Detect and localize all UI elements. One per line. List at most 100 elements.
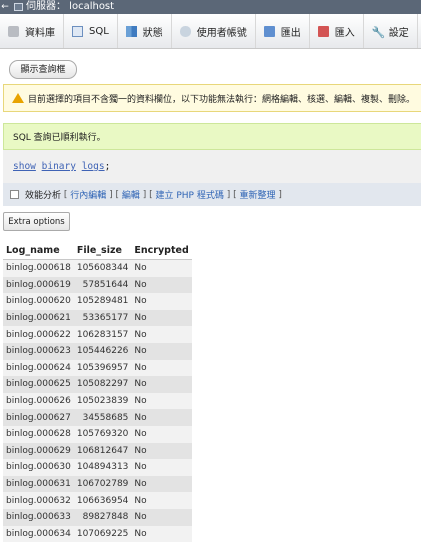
tab-label: SQL bbox=[89, 25, 109, 37]
column-header-file-size[interactable]: File_size bbox=[73, 242, 132, 260]
sql-icon bbox=[72, 25, 83, 37]
cell-encrypted: No bbox=[131, 276, 192, 294]
cell-log-name: binlog.000633 bbox=[3, 508, 74, 526]
cell-file-size: 105769320 bbox=[73, 425, 132, 443]
tab-label: 匯入 bbox=[334, 27, 355, 39]
cell-file-size: 105396957 bbox=[73, 359, 132, 377]
cell-log-name: binlog.000625 bbox=[3, 376, 74, 393]
cell-encrypted: No bbox=[131, 508, 192, 526]
edit-link[interactable]: 編輯 bbox=[122, 188, 140, 201]
title-bar: ← 伺服器： localhost bbox=[0, 0, 421, 14]
tab-label: 設定 bbox=[388, 27, 409, 39]
table-row[interactable]: binlog.000624 105396957 No bbox=[3, 359, 192, 377]
export-icon bbox=[263, 25, 275, 37]
profiling-checkbox[interactable] bbox=[10, 190, 19, 199]
cell-file-size: 106812647 bbox=[73, 442, 132, 460]
cell-encrypted: No bbox=[131, 425, 192, 443]
cell-log-name: binlog.000634 bbox=[3, 525, 74, 543]
table-row[interactable]: binlog.000622 106283157 No bbox=[3, 326, 192, 343]
success-message: SQL 查詢已順利執行。 bbox=[3, 123, 421, 150]
cell-log-name: binlog.000627 bbox=[3, 409, 74, 426]
table-row[interactable]: binlog.000633 89827848 No bbox=[3, 508, 192, 526]
tab-databases[interactable]: 資料庫 bbox=[0, 14, 64, 48]
tab-status[interactable]: 狀態 bbox=[118, 14, 172, 48]
cell-file-size: 106636954 bbox=[73, 492, 132, 509]
cell-log-name: binlog.000630 bbox=[3, 459, 74, 476]
sql-keyword-logs[interactable]: logs bbox=[82, 161, 105, 172]
table-row[interactable]: binlog.000623 105446226 No bbox=[3, 342, 192, 360]
cell-log-name: binlog.000626 bbox=[3, 392, 74, 410]
main-tabs: 資料庫 SQL 狀態 使用者帳號 匯出 匯入 🔧 設定 bbox=[0, 14, 421, 49]
tab-label: 匯出 bbox=[280, 27, 301, 39]
cell-log-name: binlog.000621 bbox=[3, 309, 74, 327]
table-row[interactable]: binlog.000629 106812647 No bbox=[3, 442, 192, 460]
cell-encrypted: No bbox=[131, 326, 192, 343]
cell-log-name: binlog.000622 bbox=[3, 326, 74, 343]
sql-semicolon: ; bbox=[104, 161, 111, 172]
sql-keyword-show[interactable]: show bbox=[13, 161, 36, 172]
table-row[interactable]: binlog.000626 105023839 No bbox=[3, 392, 192, 410]
cell-encrypted: No bbox=[131, 475, 192, 493]
tab-label: 狀態 bbox=[142, 27, 163, 39]
table-row[interactable]: binlog.000631 106702789 No bbox=[3, 475, 192, 493]
refresh-link[interactable]: 重新整理 bbox=[239, 188, 275, 201]
status-icon bbox=[125, 25, 137, 37]
inline-edit-link[interactable]: 行內編輯 bbox=[70, 188, 106, 201]
table-row[interactable]: binlog.000621 53365177 No bbox=[3, 309, 192, 327]
cell-file-size: 107069225 bbox=[73, 525, 132, 543]
table-row[interactable]: binlog.000630 104894313 No bbox=[3, 459, 192, 476]
table-row[interactable]: binlog.000618 105608344 No bbox=[3, 259, 192, 277]
tab-user-accounts[interactable]: 使用者帳號 bbox=[172, 14, 256, 48]
profiling-label[interactable]: 效能分析 bbox=[25, 188, 61, 201]
cell-file-size: 106702789 bbox=[73, 475, 132, 493]
cell-encrypted: No bbox=[131, 342, 192, 360]
sql-keyword-binary[interactable]: binary bbox=[42, 161, 76, 172]
tab-settings[interactable]: 🔧 設定 bbox=[364, 14, 418, 48]
cell-file-size: 57851644 bbox=[73, 276, 132, 294]
cell-encrypted: No bbox=[131, 442, 192, 460]
cell-encrypted: No bbox=[131, 459, 192, 476]
cell-file-size: 34558685 bbox=[73, 409, 132, 426]
cell-log-name: binlog.000618 bbox=[3, 259, 74, 277]
cell-log-name: binlog.000623 bbox=[3, 342, 74, 360]
cell-log-name: binlog.000619 bbox=[3, 276, 74, 294]
back-arrow-icon[interactable]: ← bbox=[0, 0, 10, 14]
import-icon bbox=[317, 25, 329, 37]
cell-log-name: binlog.000624 bbox=[3, 359, 74, 377]
tab-sql[interactable]: SQL bbox=[64, 14, 118, 48]
cell-file-size: 89827848 bbox=[73, 508, 132, 526]
server-breadcrumb[interactable]: 伺服器： localhost bbox=[26, 0, 114, 14]
cell-encrypted: No bbox=[131, 376, 192, 393]
query-actions-bar: 效能分析 [ 行內編輯 ] [ 編輯 ] [ 建立 PHP 程式碼 ] [ 重新… bbox=[3, 183, 421, 206]
warning-text: 目前選擇的項目不含獨一的資料欄位，以下功能無法執行：網格編輯、核選、編輯、複製、… bbox=[28, 94, 416, 105]
cell-file-size: 106283157 bbox=[73, 326, 132, 343]
cell-encrypted: No bbox=[131, 525, 192, 543]
create-php-code-link[interactable]: 建立 PHP 程式碼 bbox=[156, 188, 224, 201]
cell-log-name: binlog.000629 bbox=[3, 442, 74, 460]
table-row[interactable]: binlog.000632 106636954 No bbox=[3, 492, 192, 509]
cell-log-name: binlog.000620 bbox=[3, 293, 74, 310]
cell-log-name: binlog.000632 bbox=[3, 492, 74, 509]
extra-options-button[interactable]: Extra options bbox=[3, 212, 70, 231]
cell-log-name: binlog.000628 bbox=[3, 425, 74, 443]
table-row[interactable]: binlog.000627 34558685 No bbox=[3, 409, 192, 426]
tab-import[interactable]: 匯入 bbox=[310, 14, 364, 48]
warning-message: 目前選擇的項目不含獨一的資料欄位，以下功能無法執行：網格編輯、核選、編輯、複製、… bbox=[3, 84, 421, 112]
cell-file-size: 105082297 bbox=[73, 376, 132, 393]
cell-file-size: 53365177 bbox=[73, 309, 132, 327]
column-header-log-name[interactable]: Log_name bbox=[3, 242, 74, 260]
cell-encrypted: No bbox=[131, 392, 192, 410]
cell-encrypted: No bbox=[131, 409, 192, 426]
cell-encrypted: No bbox=[131, 359, 192, 377]
table-row[interactable]: binlog.000634 107069225 No bbox=[3, 525, 192, 543]
show-query-box-button[interactable]: 顯示查詢框 bbox=[9, 60, 77, 79]
table-row[interactable]: binlog.000619 57851644 No bbox=[3, 276, 192, 294]
cell-encrypted: No bbox=[131, 309, 192, 327]
table-row[interactable]: binlog.000620 105289481 No bbox=[3, 293, 192, 310]
database-icon bbox=[8, 25, 19, 37]
column-header-encrypted[interactable]: Encrypted bbox=[131, 242, 192, 260]
table-row[interactable]: binlog.000628 105769320 No bbox=[3, 425, 192, 443]
cell-file-size: 105289481 bbox=[73, 293, 132, 310]
table-row[interactable]: binlog.000625 105082297 No bbox=[3, 376, 192, 393]
tab-export[interactable]: 匯出 bbox=[256, 14, 310, 48]
